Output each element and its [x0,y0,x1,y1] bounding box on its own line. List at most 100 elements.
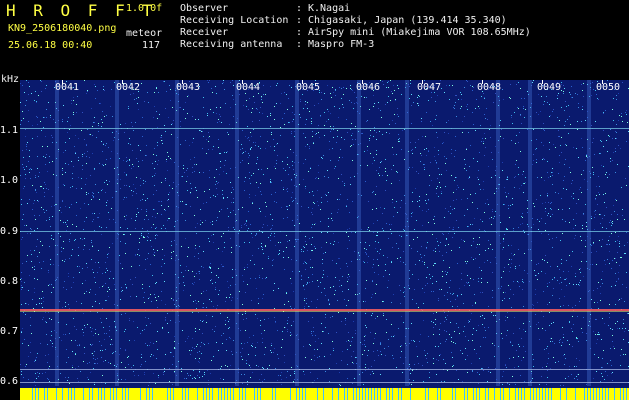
antenna-label: Receiving antenna [180,39,283,50]
bottom-bar-gap [239,388,240,400]
y-tick-label: 0.7 [0,326,19,337]
antenna-colon: : [296,39,303,50]
bottom-bar-gap [332,388,333,400]
bottom-bar-gap [230,388,231,400]
bottom-bar-gap [302,388,303,400]
bottom-bar-gap [473,388,474,400]
bottom-bar [20,388,629,400]
bottom-bar-gap [152,388,153,400]
bottom-bar-gap [242,388,243,400]
bottom-bar-gap [476,388,477,400]
carrier-line [20,128,629,129]
bottom-bar-gap [182,388,183,400]
bottom-bar-gap [515,388,516,400]
bottom-bar-gap [530,388,531,400]
x-tick-label: 0045 [296,82,321,93]
bottom-bar-gap [245,388,246,400]
location-value: Chigasaki, Japan (139.414 35.340) [308,15,507,26]
bottom-bar-gap [116,388,117,400]
bottom-bar-gap [56,388,57,400]
bottom-bar-gap [410,388,411,400]
bottom-bar-gap [272,388,273,400]
bottom-bar-gap [488,388,489,400]
bottom-bar-gap [146,388,147,400]
bottom-bar-gap [377,388,378,400]
vertical-streak [496,80,500,386]
bottom-bar-gap [437,388,438,400]
bottom-bar-gap [362,388,363,400]
bottom-bar-gap [125,388,126,400]
bottom-bar-gap [533,388,534,400]
bottom-bar-gap [83,388,84,400]
bottom-bar-gap [296,388,297,400]
bottom-bar-gap [344,388,345,400]
x-tick-label: 0042 [116,82,141,93]
bottom-bar-gap [353,388,354,400]
bottom-bar-gap [428,388,429,400]
bottom-bar-gap [35,388,36,400]
bottom-bar-gap [257,388,258,400]
bottom-bar-gap [548,388,549,400]
bottom-bar-gap [608,388,609,400]
bottom-bar-gap [140,388,141,400]
bottom-bar-gap [173,388,174,400]
observer-colon: : [296,3,303,14]
bottom-bar-gap [167,388,168,400]
bottom-bar-gap [542,388,543,400]
bottom-bar-gap [587,388,588,400]
vertical-streak [587,80,591,386]
bottom-bar-gap [602,388,603,400]
vertical-streak [357,80,361,386]
bottom-bar-gap [599,388,600,400]
bottom-bar-gap [392,388,393,400]
bottom-bar-gap [47,388,48,400]
meteor-count: 117 [142,40,161,51]
y-tick-label: 0.9 [0,226,19,237]
vertical-streak [55,80,59,386]
bottom-bar-gap [467,388,468,400]
bottom-bar-gap [620,388,621,400]
bottom-bar-gap [539,388,540,400]
bottom-bar-gap [338,388,339,400]
bottom-bar-gap [389,388,390,400]
detect-label: meteor [126,28,163,39]
bottom-bar-gap [203,388,204,400]
receiver-colon: : [296,27,303,38]
bottom-bar-gap [92,388,93,400]
bottom-bar-gap [440,388,441,400]
bottom-bar-gap [221,388,222,400]
y-tick-label: 0.6 [0,376,19,387]
bottom-bar-gap [110,388,111,400]
bottom-bar-gap [317,388,318,400]
bottom-bar-gap [545,388,546,400]
bottom-bar-gap [605,388,606,400]
bottom-bar-gap [566,388,567,400]
bottom-bar-gap [101,388,102,400]
bottom-bar-gap [371,388,372,400]
x-tick-label: 0049 [537,82,562,93]
bottom-bar-gap [233,388,234,400]
bottom-bar-gap [356,388,357,400]
bottom-bar-gap [323,388,324,400]
bottom-bar-gap [227,388,228,400]
bottom-bar-gap [575,388,576,400]
bottom-bar-gap [455,388,456,400]
bottom-bar-gap [593,388,594,400]
bottom-bar-gap [425,388,426,400]
bottom-bar-gap [71,388,72,400]
bottom-bar-gap [374,388,375,400]
bottom-bar-gap [386,388,387,400]
bottom-bar-gap [89,388,90,400]
bottom-bar-gap [170,388,171,400]
bottom-bar-gap [503,388,504,400]
x-tick-label: 0041 [55,82,80,93]
bottom-bar-gap [290,388,291,400]
frequency-unit-label: kHz [1,74,20,85]
bottom-bar-gap [128,388,129,400]
x-tick-label: 0046 [356,82,381,93]
observer-value: K.Nagai [308,3,351,14]
bottom-bar-gap [560,388,561,400]
vertical-streak [295,80,299,386]
file-name: KN9_2506180040.png [8,23,117,34]
bottom-bar-gap [347,388,348,400]
